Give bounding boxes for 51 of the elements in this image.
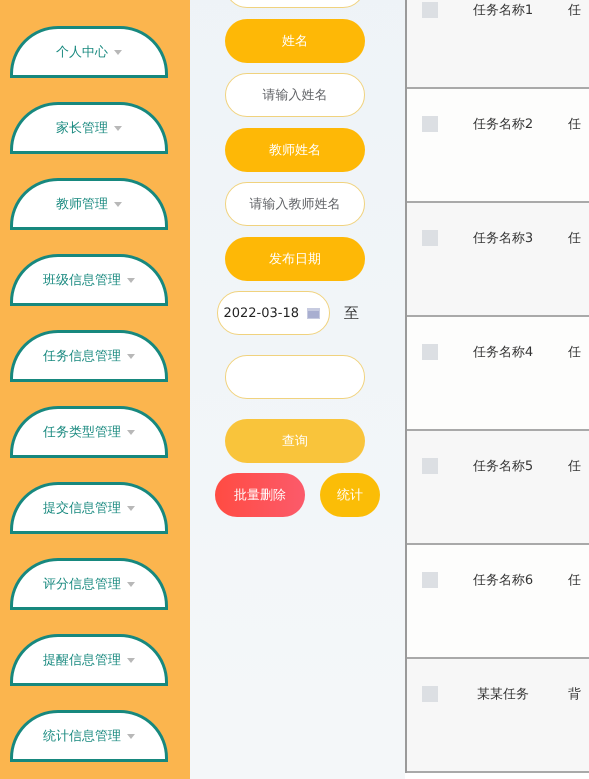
table-cell-text: 任务名称1 [472,2,534,19]
caret-icon [127,506,135,510]
menu-item[interactable]: 评分信息管理 [10,558,168,610]
date-field[interactable]: 2022-03-18 [217,291,330,335]
batch-delete-button[interactable]: 批量删除 [215,472,305,516]
row-checkbox[interactable] [422,230,438,246]
range-separator: 至 [344,304,359,322]
field-label: 教师姓名 [225,128,365,172]
caret-icon [127,354,135,358]
table-cell-text: 任 [568,344,581,361]
input-field[interactable]: 请输入姓名 [225,73,365,117]
menu-item[interactable]: 提醒信息管理 [10,634,168,686]
caret-icon [114,126,122,130]
table-cell-text: 任 [568,116,581,133]
menu-item[interactable]: 统计信息管理 [10,710,168,762]
caret-icon [127,582,135,586]
table-cell-text: 任 [568,572,581,589]
date-field[interactable] [225,354,365,398]
caret-icon [114,50,122,54]
table-cell-text: 任务名称3 [472,230,534,247]
row-checkbox[interactable] [422,686,438,702]
table-cell-text: 任务名称2 [472,116,534,133]
menu-item[interactable]: 提交信息管理 [10,482,168,534]
caret-icon [127,734,135,738]
caret-icon [127,278,135,282]
caret-icon [114,202,122,206]
table-cell-text: 任 [568,230,581,247]
row-checkbox[interactable] [422,2,438,18]
table-cell-text: 任 [568,2,581,19]
field-label: 姓名 [225,18,365,62]
table-cell-text: 某某任务 [476,686,530,703]
table-cell-text: 任务名称4 [472,344,534,361]
field-label: 发布日期 [225,236,365,280]
menu-item[interactable]: 任务信息管理 [10,330,168,382]
caret-icon [127,658,135,662]
table-cell-text: 任 [568,458,581,475]
table-cell-text: 任务名称6 [472,572,534,589]
row-checkbox[interactable] [422,458,438,474]
calendar-icon [307,308,320,318]
row-checkbox[interactable] [422,344,438,360]
table-cell-text: 背 [568,686,581,703]
menu-item[interactable]: 班级信息管理 [10,254,168,306]
row-checkbox[interactable] [422,572,438,588]
menu-item[interactable]: 个人中心 [10,26,168,78]
menu-item[interactable]: 任务类型管理 [10,406,168,458]
menu-item[interactable]: 家长管理 [10,102,168,154]
input-field[interactable]: 请输入教师姓名 [225,182,365,226]
menu-item[interactable]: 教师管理 [10,178,168,230]
row-checkbox[interactable] [422,116,438,132]
table-cell-text: 任务名称5 [472,458,534,475]
caret-icon [127,430,135,434]
